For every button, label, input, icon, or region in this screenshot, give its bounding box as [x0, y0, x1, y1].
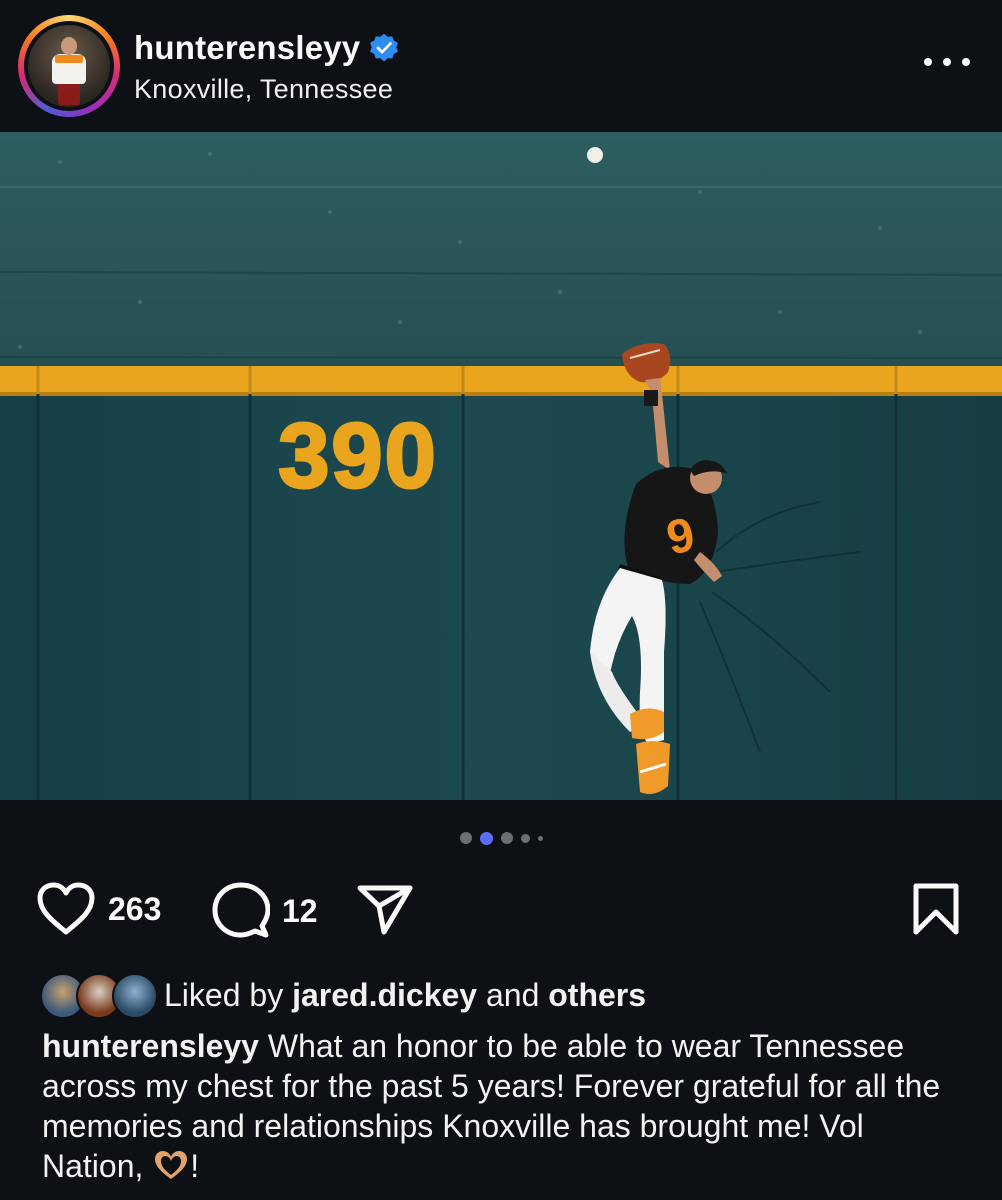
- avatar-photo: [24, 21, 114, 111]
- likes-others[interactable]: others: [548, 977, 646, 1013]
- likes-count[interactable]: 263: [108, 891, 161, 928]
- liker-avatar: [112, 973, 158, 1019]
- caption-tail: !: [190, 1148, 200, 1184]
- comment-icon: [212, 882, 270, 938]
- like-button[interactable]: 263: [36, 882, 161, 936]
- post-photo[interactable]: 390 9: [0, 132, 1002, 800]
- liked-by-text: Liked by jared.dickey and others: [164, 976, 647, 1013]
- carousel-dot: [520, 833, 530, 843]
- comment-button[interactable]: 12: [212, 882, 318, 940]
- carousel-dot: [500, 832, 513, 844]
- carousel-dot: [459, 832, 472, 844]
- carousel-dot: [537, 835, 543, 841]
- liked-by-row[interactable]: Liked by jared.dickey and others: [40, 970, 646, 1020]
- post-header: hunterensleyy Knoxville, Tennessee: [0, 0, 1002, 132]
- share-button[interactable]: [356, 884, 414, 936]
- profile-avatar[interactable]: [18, 15, 120, 117]
- heart-hands-icon: [155, 1151, 188, 1179]
- comments-count[interactable]: 12: [282, 893, 318, 930]
- liker-avatars: [40, 971, 158, 1019]
- liker-username[interactable]: jared.dickey: [292, 977, 477, 1013]
- share-icon: [357, 885, 413, 935]
- post-username[interactable]: hunterensleyy: [134, 29, 360, 67]
- more-options-icon[interactable]: [924, 50, 970, 74]
- save-button[interactable]: [912, 882, 960, 936]
- bookmark-icon: [913, 883, 959, 935]
- carousel-dot-active: [479, 831, 493, 845]
- baseball: [587, 147, 603, 163]
- post-caption: hunterensleyy What an honor to be able t…: [42, 1026, 972, 1186]
- verified-badge-icon: [370, 33, 399, 62]
- carousel-indicator[interactable]: [0, 828, 1002, 848]
- heart-icon: [37, 882, 95, 935]
- post-location[interactable]: Knoxville, Tennessee: [134, 74, 393, 105]
- caption-username[interactable]: hunterensleyy: [42, 1028, 259, 1064]
- post-actions: 263 12: [0, 870, 1002, 950]
- wall-distance-sign: 390: [278, 405, 438, 507]
